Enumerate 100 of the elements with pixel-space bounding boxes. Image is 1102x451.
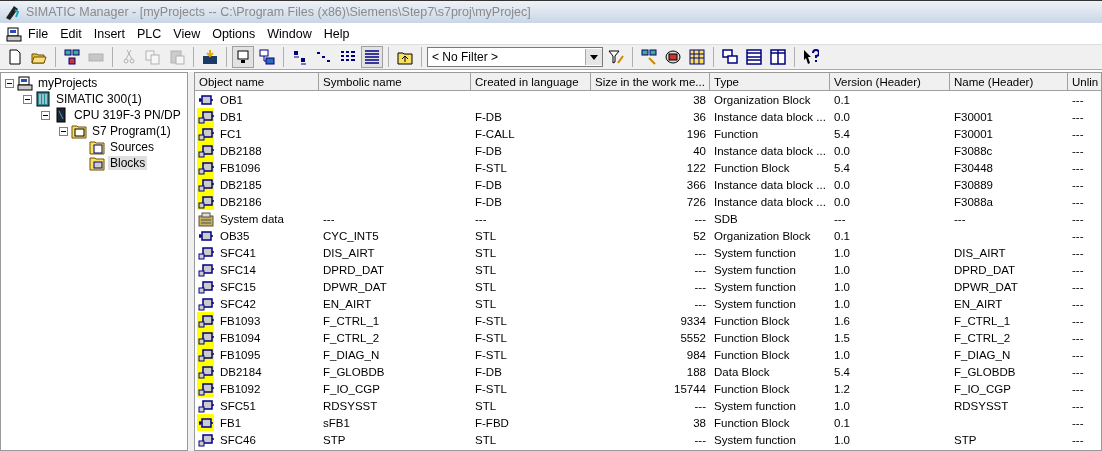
object-name[interactable]: OB1: [216, 93, 247, 106]
system-data-icon: [197, 210, 214, 227]
menu-item[interactable]: Options: [206, 26, 262, 41]
menu-item[interactable]: Edit: [54, 26, 88, 41]
table-cell-text: F_CTRL_2: [322, 331, 381, 344]
table-cell-text: F-CALL: [474, 127, 516, 140]
table-cell-text: ---: [693, 433, 707, 446]
menu-item[interactable]: File: [22, 26, 55, 41]
table-cell-text: ---: [833, 212, 847, 225]
cut-icon: [121, 49, 137, 65]
table-cell-text: 0.0: [833, 195, 851, 208]
object-name[interactable]: DB2185: [216, 178, 266, 191]
object-name[interactable]: SFC46: [216, 433, 260, 446]
table-cell-text: 726: [685, 195, 707, 208]
collapse-icon[interactable]: [59, 126, 68, 136]
collapse-icon[interactable]: [41, 110, 50, 120]
object-name[interactable]: SFC42: [216, 297, 260, 310]
tree-item[interactable]: S7 Program(1): [90, 124, 173, 138]
table-cell-text: 5.4: [833, 161, 851, 174]
filter-dropdown[interactable]: < No Filter >: [427, 47, 603, 67]
table-cell-text: Function: [713, 127, 760, 140]
object-name[interactable]: FB1095: [216, 348, 265, 361]
table-cell-text: 0.0: [833, 178, 851, 191]
table-cell-text: ---: [474, 212, 488, 225]
table-cell-text: 0.0: [833, 110, 851, 123]
toolbar-button[interactable]: [61, 46, 83, 68]
block-icon: [197, 329, 214, 346]
table-cell-text: F30001: [953, 110, 994, 123]
tree-item[interactable]: myProjects: [36, 76, 100, 90]
document-icon[interactable]: [6, 25, 22, 42]
object-name[interactable]: SFC15: [216, 280, 260, 293]
object-name[interactable]: DB2186: [216, 195, 266, 208]
menu-item[interactable]: Window: [261, 26, 318, 41]
table-cell-text: F_GLOBDB: [322, 365, 386, 378]
object-name[interactable]: SFC14: [216, 263, 260, 276]
collapse-icon[interactable]: [5, 78, 14, 88]
table-cell-text: ---: [1071, 195, 1085, 208]
tree-item[interactable]: Sources: [108, 140, 157, 154]
table-cell-text: ---: [693, 212, 707, 225]
toolbar-button[interactable]: [232, 46, 254, 68]
object-name[interactable]: DB2184: [216, 365, 266, 378]
toolbar-button[interactable]: [767, 46, 789, 68]
column-header[interactable]: Unlin: [1068, 73, 1101, 91]
tree-item[interactable]: CPU 319F-3 PN/DP: [72, 108, 183, 122]
object-name[interactable]: DB2188: [216, 144, 266, 157]
table-cell-text: F30001: [953, 127, 994, 140]
toolbar-button[interactable]: [743, 46, 765, 68]
object-name[interactable]: OB35: [216, 229, 254, 242]
table-cell-text: ---: [1071, 229, 1085, 242]
table-cell-text: ---: [1071, 263, 1085, 276]
block-icon: [197, 108, 214, 125]
menu-item[interactable]: View: [167, 26, 207, 41]
table-cell-text: 366: [685, 178, 707, 191]
table-cell-text: ---: [693, 280, 707, 293]
table-cell-text: 38: [692, 93, 707, 106]
toolbar-button[interactable]: [256, 46, 278, 68]
menu-item[interactable]: PLC: [130, 26, 168, 41]
table-cell-text: ---: [1071, 93, 1085, 106]
table-cell-text: DIS_AIRT: [953, 246, 1007, 259]
table-cell-text: 1.0: [833, 433, 851, 446]
copy-icon: [145, 49, 161, 65]
table-cell-text: F_CTRL_2: [953, 331, 1012, 344]
toolbar-button[interactable]: [361, 46, 383, 68]
table-cell-text: F-STL: [474, 314, 508, 327]
object-name[interactable]: FB1094: [216, 331, 265, 344]
table-cell-text: 9334: [679, 314, 707, 327]
table-cell-text: ---: [1071, 127, 1085, 140]
tree-item[interactable]: SIMATIC 300(1): [54, 92, 144, 106]
column-header[interactable]: Object name: [195, 73, 319, 91]
table-cell-text: F_CTRL_1: [322, 314, 381, 327]
column-header[interactable]: Name (Header): [950, 73, 1068, 91]
column-header[interactable]: Created in language: [471, 73, 591, 91]
block-icon: [197, 176, 214, 193]
object-name[interactable]: FB1096: [216, 161, 265, 174]
toolbar-button[interactable]: [686, 46, 708, 68]
table-cell-text: Function Block: [713, 416, 791, 429]
collapse-icon[interactable]: [23, 94, 32, 104]
object-name[interactable]: FB1092: [216, 382, 265, 395]
object-name[interactable]: FB1093: [216, 314, 265, 327]
monitor-icon: [235, 49, 251, 65]
object-name[interactable]: System data: [216, 212, 288, 225]
source-folder-icon: [89, 139, 105, 155]
object-name[interactable]: SFC51: [216, 399, 260, 412]
table-cell-text: Function Block: [713, 161, 791, 174]
table-cell-text: F-STL: [474, 331, 508, 344]
table-cell-text: ---: [1071, 246, 1085, 259]
column-header[interactable]: Type: [710, 73, 830, 91]
tree-item[interactable]: Blocks: [108, 156, 148, 170]
object-name[interactable]: FB1: [216, 416, 246, 429]
object-name[interactable]: SFC41: [216, 246, 260, 259]
menu-item[interactable]: Insert: [87, 26, 131, 41]
column-header[interactable]: Symbolic name: [319, 73, 471, 91]
object-name[interactable]: DB1: [216, 110, 247, 123]
object-name[interactable]: FC1: [216, 127, 246, 140]
station-icon: [35, 91, 51, 107]
column-header[interactable]: Version (Header): [830, 73, 950, 91]
column-header[interactable]: Size in the work me...: [591, 73, 710, 91]
block-icon: [197, 346, 214, 363]
menu-item[interactable]: Help: [317, 26, 356, 41]
table-cell-text: RDSYSST: [322, 399, 379, 412]
